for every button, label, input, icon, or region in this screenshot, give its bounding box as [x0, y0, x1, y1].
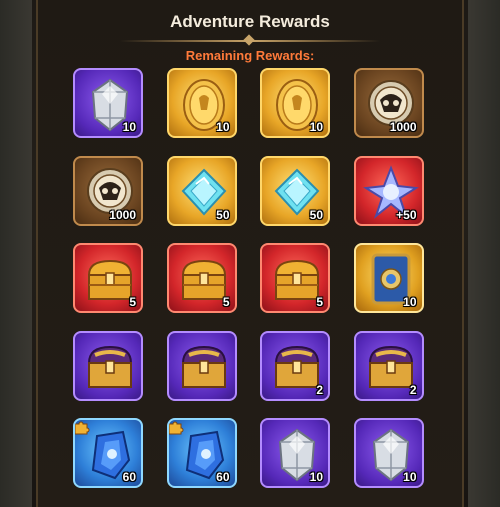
- reward-quantity: 10: [122, 120, 136, 134]
- reward-slot[interactable]: 1000: [73, 155, 143, 226]
- reward-slot[interactable]: 60: [166, 418, 237, 488]
- reward-quantity: 50: [216, 207, 230, 222]
- reward-slot[interactable]: 10: [353, 243, 424, 313]
- reward-slot[interactable]: 10: [260, 68, 330, 138]
- reward-quantity: 5: [129, 295, 136, 309]
- reward-quantity: +50: [396, 207, 417, 222]
- reward-slot[interactable]: 2: [260, 330, 330, 401]
- reward-slot[interactable]: [73, 330, 143, 401]
- reward-slot[interactable]: 50: [260, 155, 330, 226]
- reward-quantity: 10: [403, 470, 417, 484]
- reward-slot[interactable]: 5: [166, 243, 237, 313]
- reward-quantity: 5: [316, 295, 323, 309]
- reward-slot[interactable]: 5: [73, 243, 143, 313]
- reward-slot[interactable]: 50: [166, 155, 237, 226]
- reward-slot[interactable]: 5: [260, 243, 330, 313]
- reward-slot[interactable]: 60: [73, 418, 143, 488]
- reward-quantity: 1000: [109, 207, 136, 222]
- reward-slot[interactable]: [166, 330, 237, 401]
- reward-slot[interactable]: 2: [353, 330, 424, 401]
- reward-quantity: 60: [122, 470, 136, 484]
- reward-quantity: 10: [216, 120, 230, 134]
- reward-slot[interactable]: 1000: [353, 68, 424, 138]
- reward-quantity: 2: [409, 382, 417, 397]
- purple-chest-icon: [75, 333, 141, 399]
- reward-slot[interactable]: 10: [353, 418, 424, 488]
- reward-quantity: 10: [309, 470, 323, 484]
- purple-chest-icon: [169, 333, 235, 399]
- reward-slot[interactable]: 10: [166, 68, 237, 138]
- reward-slot[interactable]: 10: [260, 418, 330, 488]
- puzzle-piece-icon: [75, 420, 91, 436]
- puzzle-piece-icon: [168, 420, 185, 436]
- reward-slot[interactable]: 10: [73, 68, 143, 138]
- reward-quantity: 1000: [389, 120, 417, 134]
- reward-quantity: 50: [309, 207, 323, 222]
- reward-quantity: 5: [222, 295, 230, 309]
- reward-slot[interactable]: +50: [353, 155, 424, 226]
- reward-quantity: 2: [316, 382, 323, 397]
- reward-quantity: 10: [309, 120, 323, 134]
- reward-quantity: 60: [216, 470, 230, 484]
- rewards-grid: 10 10 10 1000 1000 50 50 +50 5 5 5 10 2 …: [0, 0, 500, 507]
- reward-quantity: 10: [403, 295, 417, 309]
